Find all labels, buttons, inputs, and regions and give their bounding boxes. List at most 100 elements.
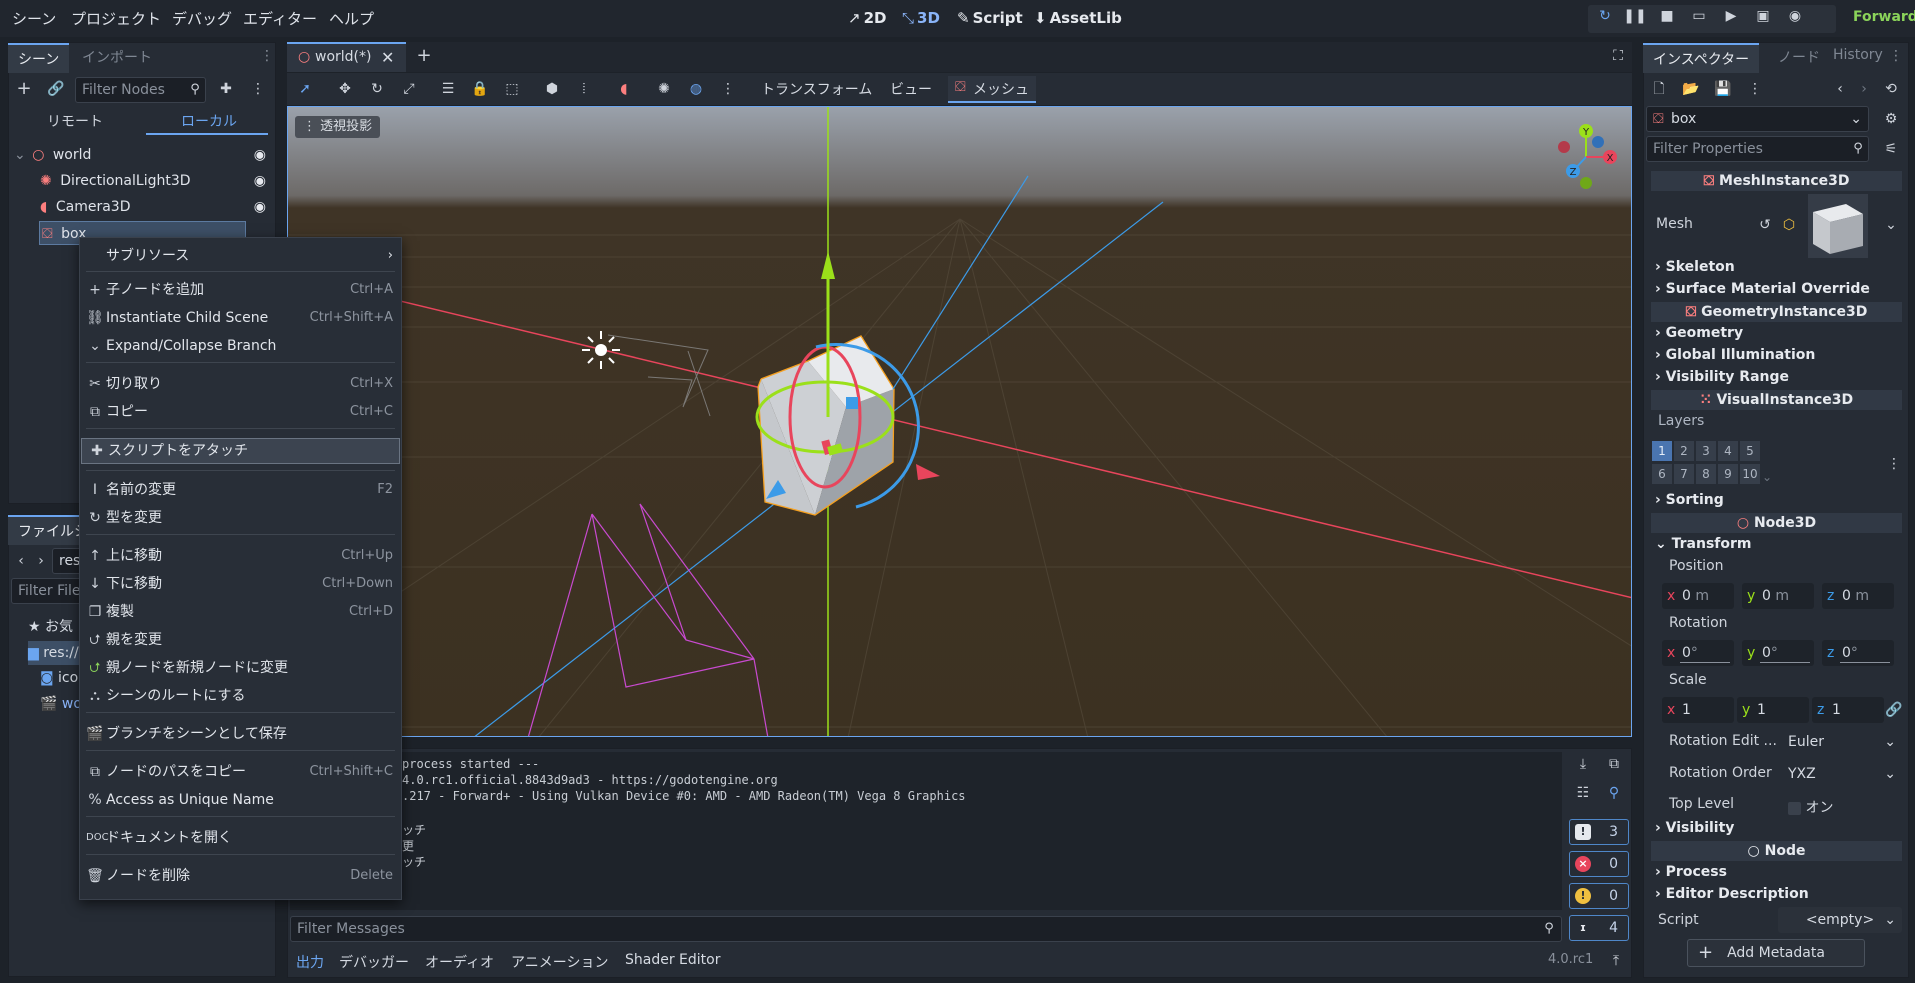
layer-5-toggle[interactable]: 5 <box>1740 441 1760 461</box>
remote-toggle[interactable]: リモート <box>47 111 103 131</box>
group-visibility[interactable]: › Visibility <box>1655 820 1734 836</box>
layer-4-toggle[interactable]: 4 <box>1718 441 1738 461</box>
resource-menu-icon[interactable]: ⋮ <box>1744 78 1766 100</box>
local-toggle[interactable]: ローカル <box>181 111 237 131</box>
layer-6-toggle[interactable]: 6 <box>1652 464 1672 484</box>
scale-x-field[interactable]: x1 <box>1662 697 1734 723</box>
scene-menu-icon[interactable]: ⋮ <box>247 78 269 100</box>
restart-icon[interactable]: ↻ <box>1592 8 1618 30</box>
favorites-item[interactable]: ★ お気 <box>28 616 73 636</box>
tree-node-camera3d[interactable]: ◖ Camera3D ◉ <box>14 195 272 219</box>
history-forward-icon[interactable]: › <box>1853 78 1875 100</box>
menu-help[interactable]: ヘルプ <box>329 8 374 29</box>
scale-z-field[interactable]: z1 <box>1812 697 1884 723</box>
search-log-icon[interactable]: ⚲ <box>1603 782 1625 804</box>
copy-icon[interactable]: ⧉ <box>1603 753 1625 775</box>
new-tab-icon[interactable]: + <box>413 45 435 67</box>
link-scale-icon[interactable]: 🔗 <box>1883 699 1905 721</box>
collapse-chevron-icon[interactable]: ⌄ <box>14 147 26 163</box>
renderer-selector[interactable]: Forward+ <box>1853 9 1915 25</box>
layer-3-toggle[interactable]: 3 <box>1696 441 1716 461</box>
group-sorting[interactable]: › Sorting <box>1655 492 1724 508</box>
layer-2-toggle[interactable]: 2 <box>1674 441 1694 461</box>
object-tools-icon[interactable]: ⚙ <box>1880 108 1902 130</box>
tab-history[interactable]: History <box>1833 47 1883 63</box>
scroll-lock-icon[interactable]: ⤓ <box>1572 753 1594 775</box>
layer-1-toggle[interactable]: 1 <box>1652 441 1672 461</box>
more-options-icon[interactable]: ⋮ <box>717 78 739 100</box>
top-level-checkbox[interactable]: オン <box>1788 797 1833 817</box>
perspective-menu[interactable]: ⋮ 透視投影 <box>295 116 381 138</box>
filter-messages-input[interactable]: Filter Messages <box>290 916 1562 942</box>
filter-errors-toggle[interactable]: × 0 <box>1569 851 1629 877</box>
view-menu[interactable]: ビュー <box>890 79 932 99</box>
rotation-y-field[interactable]: y 0° <box>1742 640 1814 666</box>
position-x-field[interactable]: x0 m <box>1662 583 1734 609</box>
rotation-y-slider[interactable] <box>1760 662 1810 663</box>
movie-maker-icon[interactable]: ◉ <box>1782 8 1808 30</box>
rotation-x-field[interactable]: x 0° <box>1662 640 1734 666</box>
workspace-script-button[interactable]: ✎ Script <box>957 9 1023 27</box>
ctx-reparent-to-new-node[interactable]: ⮍ 親ノードを新規ノードに変更 <box>80 656 401 680</box>
move-mode-icon[interactable]: ✥ <box>334 78 356 100</box>
select-mode-icon[interactable]: ➚ <box>294 78 316 100</box>
group-global-illumination[interactable]: › Global Illumination <box>1655 347 1815 363</box>
filter-messages-toggle[interactable]: ! 3 <box>1569 819 1629 845</box>
open-resource-icon[interactable]: 📂 <box>1680 78 1702 100</box>
mesh-menu[interactable]: ⛋ メッシュ <box>948 76 1036 103</box>
add-node-icon[interactable]: + <box>13 78 35 100</box>
menu-editor[interactable]: エディター <box>243 8 317 29</box>
filter-warnings-toggle[interactable]: ! 0 <box>1569 883 1629 909</box>
visibility-eye-icon[interactable]: ◉ <box>254 195 266 219</box>
ctx-copy[interactable]: ⧉ コピー Ctrl+C <box>80 400 401 424</box>
visibility-eye-icon[interactable]: ◉ <box>254 143 266 167</box>
ctx-make-scene-root[interactable]: ⛬ シーンのルートにする <box>80 684 401 708</box>
save-resource-icon[interactable]: 💾 <box>1712 78 1734 100</box>
property-filter-options-icon[interactable]: ⚟ <box>1880 138 1902 160</box>
pin-panel-icon[interactable]: ⤒ <box>1605 950 1627 972</box>
bottom-tab-audio[interactable]: オーディオ <box>425 952 494 972</box>
forward-icon[interactable]: › <box>30 550 52 572</box>
link-icon[interactable]: 🔗 <box>45 78 67 100</box>
bottom-tab-shader-editor[interactable]: Shader Editor <box>625 952 720 968</box>
rotation-z-slider[interactable] <box>1840 662 1890 663</box>
rotation-x-slider[interactable] <box>1680 662 1730 663</box>
mesh-preview[interactable] <box>1808 194 1868 258</box>
revert-icon[interactable]: ↺ <box>1754 214 1776 236</box>
group-transform[interactable]: ⌄ Transform <box>1655 536 1751 552</box>
rotation-order-select[interactable]: YXZ ⌄ <box>1782 761 1902 787</box>
play-scene-icon[interactable]: ▶ <box>1718 8 1744 30</box>
tree-node-world[interactable]: ⌄ ○ world ◉ <box>14 143 272 167</box>
script-value-select[interactable]: <empty> ⌄ <box>1778 907 1902 933</box>
group-editor-description[interactable]: › Editor Description <box>1655 886 1809 902</box>
menu-debug[interactable]: デバッグ <box>172 8 232 29</box>
layer-10-toggle[interactable]: 10 <box>1740 464 1760 484</box>
ctx-move-up[interactable]: ↑ 上に移動 Ctrl+Up <box>80 544 401 568</box>
layer-7-toggle[interactable]: 7 <box>1674 464 1694 484</box>
new-resource-icon[interactable]: 🗋 <box>1648 78 1670 100</box>
dock-menu-icon[interactable]: ⋮ <box>1885 45 1907 67</box>
3d-viewport[interactable]: ⋮ 透視投影 Y X Z <box>287 106 1632 737</box>
chevron-down-icon[interactable]: ⌄ <box>1880 214 1902 236</box>
ctx-move-down[interactable]: ↓ 下に移動 Ctrl+Down <box>80 572 401 596</box>
ctx-cut[interactable]: ✂ 切り取り Ctrl+X <box>80 372 401 396</box>
lock-icon[interactable]: 🔒 <box>469 78 491 100</box>
ctx-open-documentation[interactable]: DOC ドキュメントを開く <box>80 826 401 850</box>
sun-preview-icon[interactable]: ✺ <box>653 78 675 100</box>
close-tab-icon[interactable]: ✕ <box>381 48 394 67</box>
ctx-reparent[interactable]: ⮍ 親を変更 <box>80 628 401 652</box>
group-surface-material-override[interactable]: › Surface Material Override <box>1655 281 1870 297</box>
back-icon[interactable]: ‹ <box>10 550 32 572</box>
group-geometry[interactable]: › Geometry <box>1655 325 1743 341</box>
dock-menu-icon[interactable]: ⋮ <box>256 45 278 67</box>
distraction-free-icon[interactable]: ⛶ <box>1607 45 1629 67</box>
bottom-tab-debugger[interactable]: デバッガー <box>339 952 409 972</box>
list-select-icon[interactable]: ☰ <box>437 78 459 100</box>
filter-editor-toggle[interactable]: ɪ 4 <box>1569 915 1629 941</box>
environment-preview-icon[interactable]: ◍ <box>685 78 707 100</box>
pause-icon[interactable]: ❚❚ <box>1622 8 1648 30</box>
ctx-access-as-unique-name[interactable]: % Access as Unique Name <box>80 788 401 812</box>
transform-menu[interactable]: トランスフォーム <box>761 79 872 99</box>
scale-mode-icon[interactable]: ⤢ <box>398 78 420 100</box>
camera-preview-icon[interactable]: ◖ <box>613 78 635 100</box>
